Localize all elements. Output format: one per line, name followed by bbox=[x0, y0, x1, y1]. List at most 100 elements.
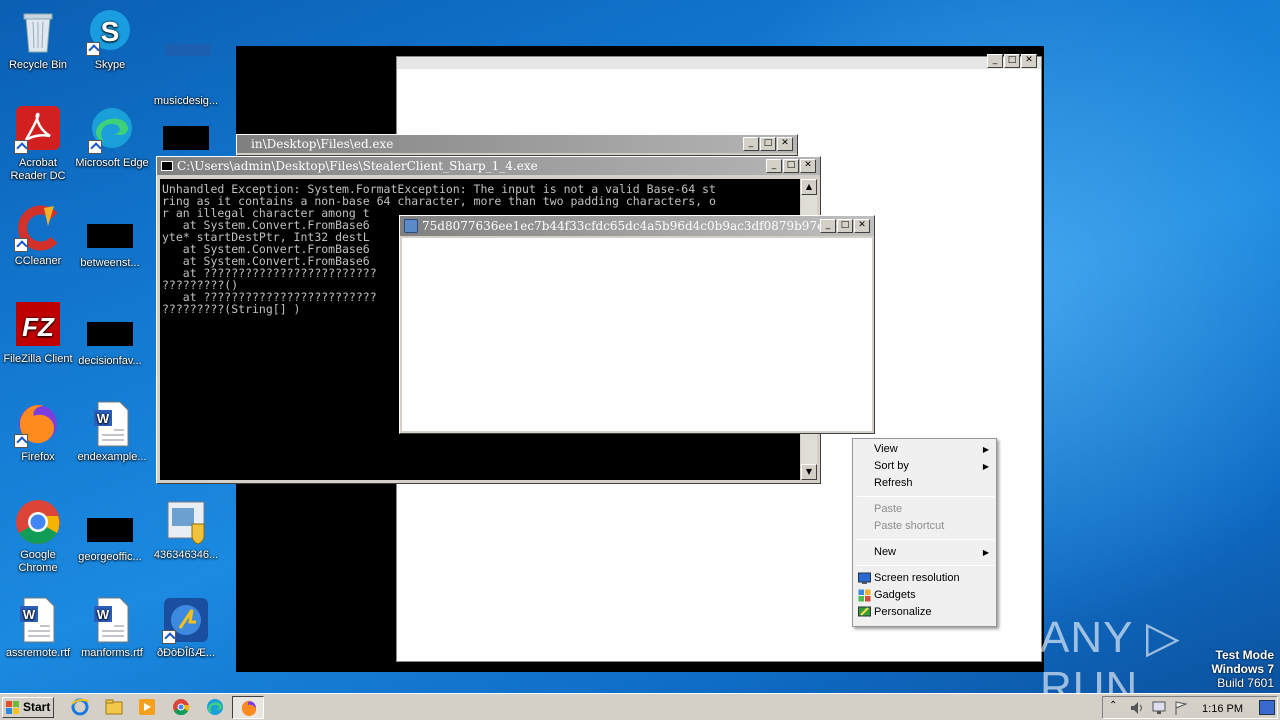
firefox-taskbar-button[interactable] bbox=[232, 696, 264, 719]
menu-separator bbox=[857, 539, 994, 540]
shortcut-arrow-icon bbox=[14, 140, 28, 154]
minimize-button[interactable]: _ bbox=[743, 137, 759, 151]
desktop-icon-filezilla[interactable]: FZ FileZilla Client bbox=[0, 302, 76, 366]
menu-separator bbox=[857, 496, 994, 497]
close-button[interactable]: ✕ bbox=[854, 219, 870, 233]
volume-icon[interactable] bbox=[1129, 700, 1145, 716]
desktop-icon-chrome[interactable]: Google Chrome bbox=[0, 498, 76, 575]
menu-item-label: Paste shortcut bbox=[874, 520, 945, 532]
desktop-icon-label: endexample... bbox=[77, 451, 147, 463]
minimize-button[interactable]: _ bbox=[766, 159, 782, 173]
recycle-bin-icon bbox=[14, 8, 62, 56]
desktop-context-menu: View ▶ Sort by ▶ Refresh Paste Paste short… bbox=[852, 438, 997, 627]
close-button[interactable]: ✕ bbox=[777, 137, 793, 151]
network-icon[interactable] bbox=[1151, 700, 1167, 716]
windows-flag-icon bbox=[6, 701, 19, 714]
desktop-icon-firefox[interactable]: Firefox bbox=[0, 400, 76, 464]
desktop-icon-georgeoffic[interactable]: georgeoffic... bbox=[72, 504, 148, 564]
console-window-title[interactable]: C:\Users\admin\Desktop\Files\StealerClie… bbox=[157, 157, 820, 175]
app-window-title: 75d8077636ee1ec7b44f33cfdc65dc4a5b96d4c0… bbox=[422, 219, 851, 233]
menu-item-paste[interactable]: Paste bbox=[853, 501, 996, 518]
menu-separator bbox=[857, 565, 994, 566]
svg-text:S: S bbox=[101, 16, 120, 47]
console-window-ed[interactable]: in\Desktop\Files\ed.exe _ □ ✕ bbox=[236, 134, 798, 156]
menu-item-screen-resolution[interactable]: Screen resolution bbox=[853, 570, 996, 587]
taskbar-clock[interactable]: 1:16 PM bbox=[1202, 703, 1243, 715]
taskbar: Start ⌃ 1:16 PM bbox=[0, 693, 1280, 720]
menu-item-view[interactable]: View ▶ bbox=[853, 441, 996, 458]
app-window-hash[interactable]: 75d8077636ee1ec7b44f33cfdc65dc4a5b96d4c0… bbox=[399, 215, 875, 434]
desktop-icon-acrobat[interactable]: Acrobat Reader DC bbox=[0, 106, 76, 183]
app-window-titlebar[interactable]: 75d8077636ee1ec7b44f33cfdc65dc4a5b96d4c0… bbox=[400, 216, 874, 236]
desktop-icon-label: assremote.rtf bbox=[5, 647, 71, 659]
desktop-icon-hidden-file[interactable] bbox=[148, 112, 224, 159]
personalize-icon bbox=[858, 606, 871, 617]
desktop-icon-label: FileZilla Client bbox=[3, 353, 73, 365]
menu-item-new[interactable]: New ▶ bbox=[853, 544, 996, 561]
desktop-icon-label: 436346346... bbox=[153, 549, 219, 561]
maximize-button[interactable]: □ bbox=[760, 137, 776, 151]
menu-item-refresh[interactable]: Refresh bbox=[853, 475, 996, 492]
submenu-arrow-icon: ▶ bbox=[982, 548, 989, 557]
menu-item-gadgets[interactable]: Gadgets bbox=[853, 587, 996, 604]
show-desktop-button[interactable] bbox=[1259, 700, 1275, 715]
maximize-button[interactable]: □ bbox=[837, 219, 853, 233]
file-explorer-icon[interactable] bbox=[104, 698, 124, 716]
desktop-icon-skype[interactable]: S Skype bbox=[72, 8, 148, 72]
os-test-mode-info: Test Mode Windows 7 Build 7601 bbox=[1211, 648, 1274, 690]
scroll-down-arrow[interactable]: ▼ bbox=[801, 464, 817, 480]
minimize-button[interactable]: _ bbox=[820, 219, 836, 233]
svg-text:W: W bbox=[97, 607, 110, 622]
desktop-icon-ccleaner[interactable]: CCleaner bbox=[0, 204, 76, 268]
tray-expand-icon[interactable]: ⌃ bbox=[1109, 700, 1117, 711]
console-window-ed-title[interactable]: in\Desktop\Files\ed.exe bbox=[237, 135, 797, 153]
firefox-icon bbox=[14, 400, 62, 448]
menu-item-personalize[interactable]: Personalize bbox=[853, 604, 996, 621]
application-icon bbox=[404, 219, 418, 233]
chrome-icon bbox=[14, 498, 62, 546]
desktop-icon-musicdesig[interactable]: musicdesig... bbox=[148, 8, 224, 108]
desktop-icon-betweenst[interactable]: betweenst... bbox=[72, 210, 148, 270]
app-window-client-area[interactable] bbox=[402, 238, 872, 431]
desktop-icon-decisionfav[interactable]: decisionfav... bbox=[72, 308, 148, 368]
desktop-icon-436346346[interactable]: 436346346... bbox=[148, 498, 224, 562]
minimize-button[interactable]: _ bbox=[987, 54, 1003, 68]
blank-window-titlebar[interactable] bbox=[397, 57, 1041, 69]
start-button[interactable]: Start bbox=[2, 697, 54, 718]
maximize-button[interactable]: □ bbox=[1004, 54, 1020, 68]
desktop-icon-label: Google Chrome bbox=[18, 549, 58, 574]
close-button[interactable]: ✕ bbox=[1021, 54, 1037, 68]
gadgets-icon bbox=[858, 589, 871, 602]
svg-text:FZ: FZ bbox=[22, 312, 55, 342]
edge-icon bbox=[88, 106, 136, 154]
desktop-icon-label: Recycle Bin bbox=[8, 59, 68, 71]
menu-item-label: Refresh bbox=[874, 477, 913, 489]
scroll-up-arrow[interactable]: ▲ bbox=[801, 179, 817, 195]
screen-resolution-icon bbox=[858, 572, 871, 584]
desktop-icon-garbled[interactable]: ðÐòÐÎßÆ... bbox=[148, 596, 224, 660]
desktop-icon-endexample[interactable]: W endexample... bbox=[74, 400, 150, 464]
desktop-icon-recycle-bin[interactable]: Recycle Bin bbox=[0, 8, 76, 72]
desktop-icon-assremote[interactable]: W assremote.rtf bbox=[0, 596, 76, 660]
menu-item-paste-shortcut[interactable]: Paste shortcut bbox=[853, 518, 996, 535]
acrobat-icon bbox=[14, 106, 62, 154]
app-shortcut-icon bbox=[162, 596, 210, 644]
filezilla-icon: FZ bbox=[14, 302, 62, 350]
menu-item-sort-by[interactable]: Sort by ▶ bbox=[853, 458, 996, 475]
desktop-icon-manforms[interactable]: W manforms.rtf bbox=[74, 596, 150, 660]
close-button[interactable]: ✕ bbox=[800, 159, 816, 173]
shortcut-arrow-icon bbox=[88, 140, 102, 154]
desktop-icon-label: georgeoffic... bbox=[78, 551, 142, 563]
firefox-taskbar-icon bbox=[242, 700, 256, 716]
media-player-icon[interactable] bbox=[137, 698, 157, 716]
maximize-button[interactable]: □ bbox=[783, 159, 799, 173]
action-center-flag-icon[interactable] bbox=[1173, 700, 1189, 716]
file-thumbnail bbox=[87, 224, 133, 248]
internet-explorer-icon[interactable] bbox=[70, 698, 90, 716]
file-thumbnail bbox=[163, 126, 209, 150]
edge-taskbar-icon[interactable] bbox=[205, 698, 225, 716]
desktop-icon-edge[interactable]: Microsoft Edge bbox=[74, 106, 150, 170]
desktop-icon-label: ðÐòÐÎßÆ... bbox=[156, 647, 216, 659]
chrome-taskbar-icon[interactable] bbox=[171, 698, 191, 716]
svg-text:W: W bbox=[23, 607, 36, 622]
